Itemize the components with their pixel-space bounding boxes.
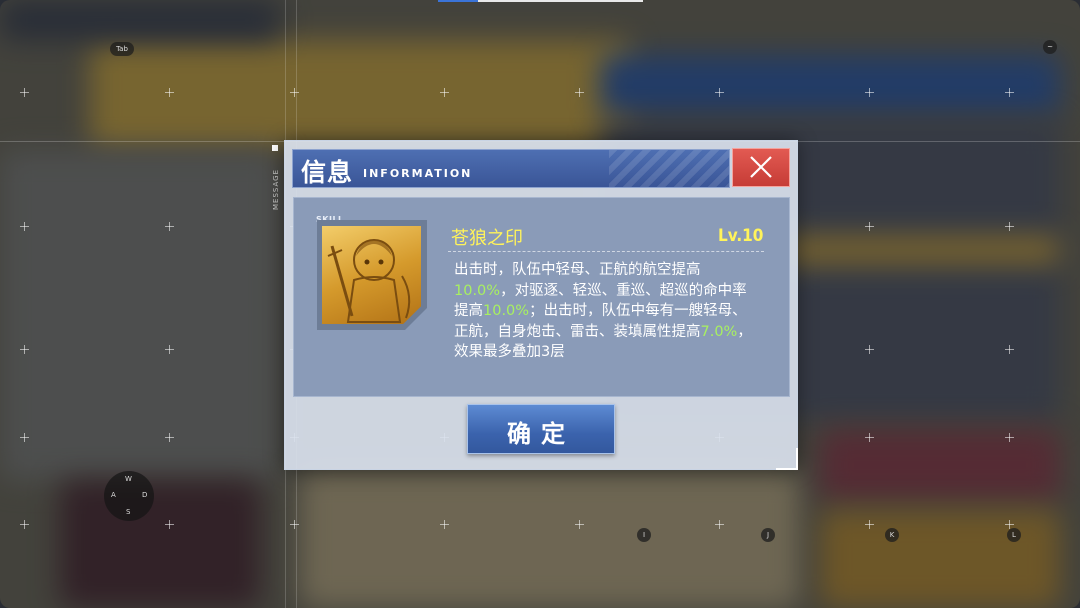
grid-cross-marker — [20, 88, 29, 97]
close-icon — [750, 156, 772, 178]
grid-cross-marker — [20, 222, 29, 231]
grid-cross-marker — [715, 520, 724, 529]
joystick-down-label: S — [126, 508, 131, 516]
grid-cross-marker — [165, 222, 174, 231]
confirm-button[interactable]: 确定 — [467, 404, 615, 454]
grid-cross-marker — [1005, 433, 1014, 442]
dialog-corner-mark — [776, 448, 798, 470]
top-indicator — [478, 0, 643, 2]
joystick-up-label: W — [125, 475, 132, 483]
info-dialog: 信息 INFORMATION SKILL 苍狼之印 Lv.10 出击时，队伍中轻… — [284, 140, 798, 470]
grid-cross-marker — [865, 222, 874, 231]
divider — [448, 251, 764, 252]
movement-joystick[interactable]: W A D S — [104, 471, 154, 521]
skill-name: 苍狼之印 — [451, 228, 523, 249]
joystick-right-label: D — [142, 491, 148, 499]
grid-cross-marker — [575, 88, 584, 97]
grid-cross-marker — [20, 433, 29, 442]
grid-cross-marker — [290, 520, 299, 529]
j-key-hint[interactable]: J — [761, 528, 775, 542]
desc-value: 10.0% — [483, 303, 530, 319]
grid-cross-marker — [715, 88, 724, 97]
skill-description: 出击时，队伍中轻母、正航的航空提高10.0%，对驱逐、轻巡、重巡、超巡的命中率提… — [454, 260, 752, 363]
dialog-subtitle: INFORMATION — [363, 167, 473, 180]
top-indicator — [438, 0, 478, 2]
grid-cross-marker — [165, 520, 174, 529]
grid-cross-marker — [575, 520, 584, 529]
k-key-hint[interactable]: K — [885, 528, 899, 542]
message-side-label: MESSAGE — [272, 169, 280, 210]
dialog-title-bar: 信息 INFORMATION — [292, 149, 730, 188]
desc-value: 10.0% — [454, 282, 501, 299]
desc-text: 出击时，队伍中轻母、正航的航空提高 — [454, 262, 701, 278]
grid-cross-marker — [165, 345, 174, 354]
grid-cross-marker — [290, 88, 299, 97]
grid-cross-marker — [20, 520, 29, 529]
grid-cross-marker — [440, 88, 449, 97]
confirm-label: 确定 — [507, 419, 575, 448]
grid-cross-marker — [165, 433, 174, 442]
grid-cross-marker — [20, 345, 29, 354]
grid-cross-marker — [865, 433, 874, 442]
grid-cross-marker — [1005, 345, 1014, 354]
skill-portrait-icon — [322, 226, 421, 324]
grid-cross-marker — [165, 88, 174, 97]
tab-key-hint[interactable]: Tab — [110, 42, 134, 56]
grid-cross-marker — [440, 520, 449, 529]
tilde-key-hint[interactable]: ~ — [1043, 40, 1057, 54]
skill-panel: SKILL 苍狼之印 Lv.10 出击时，队伍中轻母、正航的航空提高10.0%，… — [293, 197, 790, 397]
grid-cross-marker — [865, 88, 874, 97]
grid-cross-marker — [865, 520, 874, 529]
grid-cross-marker — [1005, 88, 1014, 97]
grid-cross-marker — [1005, 222, 1014, 231]
dialog-title: 信息 — [301, 158, 354, 187]
joystick-left-label: A — [111, 491, 116, 499]
close-button[interactable] — [732, 148, 790, 187]
l-key-hint[interactable]: L — [1007, 528, 1021, 542]
i-key-hint[interactable]: I — [637, 528, 651, 542]
grid-cross-marker — [865, 345, 874, 354]
skill-level: Lv.10 — [718, 226, 764, 246]
desc-value: 7.0% — [700, 323, 738, 340]
